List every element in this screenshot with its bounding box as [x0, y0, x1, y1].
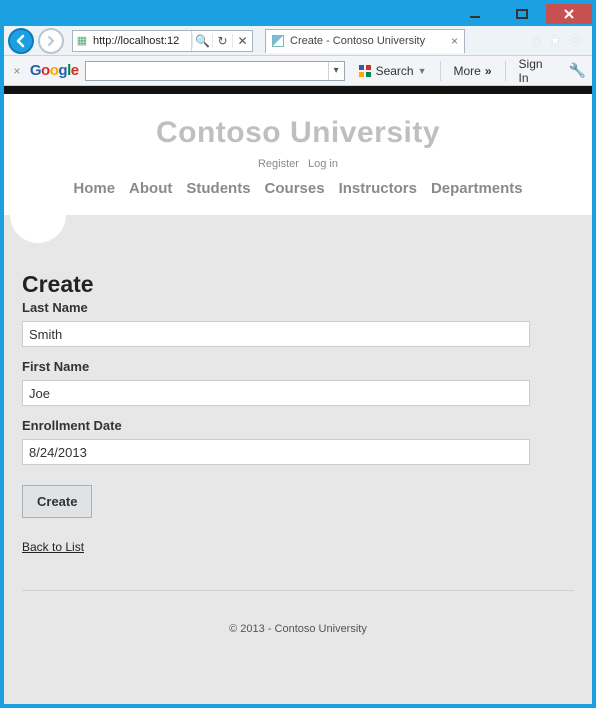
content-area: Create Last Name First Name Enrollment D… — [4, 215, 592, 611]
browser-navbar: ▦ 🔍 ↻ ✕ Create - Contoso University × ⌂ … — [4, 26, 592, 56]
window-close-button[interactable] — [546, 4, 592, 24]
browser-tab[interactable]: Create - Contoso University × — [265, 29, 465, 53]
url-input[interactable] — [91, 33, 191, 49]
google-more-button[interactable]: More » — [447, 61, 499, 81]
window-maximize-button[interactable] — [499, 4, 545, 24]
more-label: More — [454, 64, 481, 78]
main-nav: Home About Students Courses Instructors … — [4, 180, 592, 207]
tab-close-button[interactable]: × — [451, 34, 458, 48]
page-body: Create Last Name First Name Enrollment D… — [4, 215, 592, 704]
first-name-label: First Name — [22, 359, 574, 374]
enrollment-date-input[interactable] — [22, 439, 530, 465]
tab-favicon-icon — [272, 35, 284, 47]
tab-title: Create - Contoso University — [290, 35, 425, 47]
nav-instructors[interactable]: Instructors — [339, 180, 417, 197]
nav-about[interactable]: About — [129, 180, 172, 197]
nav-stop-button[interactable]: ✕ — [232, 34, 252, 48]
toolbar-wrench-icon[interactable]: 🔧 — [569, 62, 586, 79]
settings-gear-icon[interactable]: ⚙ — [569, 32, 582, 49]
content-divider — [22, 590, 574, 591]
nav-home[interactable]: Home — [73, 180, 115, 197]
create-button[interactable]: Create — [22, 485, 92, 518]
login-link[interactable]: Log in — [308, 158, 338, 170]
site-footer: © 2013 - Contoso University — [4, 611, 592, 675]
browser-window: ▦ 🔍 ↻ ✕ Create - Contoso University × ⌂ … — [4, 4, 592, 704]
chrome-buttons: ⌂ ★ ⚙ — [532, 32, 588, 49]
toolbar-separator — [440, 61, 441, 81]
header-notch-decoration — [10, 187, 66, 243]
window-minimize-button[interactable] — [452, 4, 498, 24]
register-link[interactable]: Register — [258, 158, 299, 170]
address-bar: ▦ 🔍 ↻ ✕ — [72, 30, 253, 52]
page-viewport: Contoso University Register Log in Home … — [4, 94, 592, 704]
search-dropdown-caret-icon: ▼ — [418, 66, 427, 76]
google-logo[interactable]: Google — [30, 62, 79, 79]
more-chevron-icon: » — [485, 64, 492, 78]
address-tools: 🔍 ↻ ✕ — [191, 31, 252, 51]
search-button-label: Search — [376, 64, 414, 78]
toolbar-separator — [505, 61, 506, 81]
window-titlebar — [4, 4, 592, 26]
google-search-box: ▾ — [85, 61, 345, 81]
google-signin-button[interactable]: Sign In — [512, 54, 563, 88]
nav-refresh-button[interactable]: ↻ — [212, 34, 232, 48]
site-header: Contoso University Register Log in Home … — [4, 94, 592, 215]
search-dropdown-icon[interactable]: 🔍 — [192, 34, 212, 48]
google-g-icon — [358, 64, 372, 78]
back-to-list-link[interactable]: Back to List — [22, 540, 84, 554]
first-name-input[interactable] — [22, 380, 530, 406]
enrollment-date-label: Enrollment Date — [22, 418, 574, 433]
favorites-icon[interactable]: ★ — [549, 32, 562, 49]
nav-students[interactable]: Students — [186, 180, 250, 197]
google-toolbar: × Google ▾ Search ▼ More » Sign In 🔧 — [4, 56, 592, 86]
last-name-label: Last Name — [22, 300, 574, 315]
nav-departments[interactable]: Departments — [431, 180, 523, 197]
nav-back-button[interactable] — [8, 28, 34, 54]
nav-forward-button[interactable] — [38, 28, 64, 54]
toolbar-close-icon[interactable]: × — [10, 64, 24, 78]
nav-courses[interactable]: Courses — [265, 180, 325, 197]
page-heading: Create — [22, 271, 574, 298]
page-favicon-icon: ▦ — [73, 34, 91, 47]
google-search-button[interactable]: Search ▼ — [351, 61, 434, 81]
home-icon[interactable]: ⌂ — [532, 32, 540, 49]
signin-label: Sign In — [519, 57, 556, 85]
google-search-input[interactable] — [86, 62, 328, 80]
auth-links: Register Log in — [4, 158, 592, 170]
last-name-input[interactable] — [22, 321, 530, 347]
site-title[interactable]: Contoso University — [4, 116, 592, 150]
page-top-stripe — [4, 86, 592, 94]
search-history-dropdown-icon[interactable]: ▾ — [328, 62, 344, 80]
